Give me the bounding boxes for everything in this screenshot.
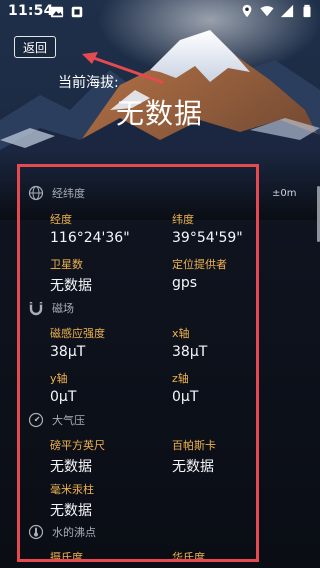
section-header-pressure: 大气压: [28, 412, 85, 428]
field-label-z-axis: z轴: [172, 372, 189, 385]
field-value-y-axis: 0μT: [50, 389, 77, 405]
battery-icon: [303, 4, 311, 18]
field-label-latitude: 纬度: [172, 213, 194, 226]
field-label-longitude: 经度: [50, 213, 72, 226]
field-value-mmhg: 无数据: [50, 503, 92, 519]
field-label-celsius: 摄氏度: [50, 551, 83, 562]
field-value-satellites: 无数据: [50, 278, 92, 294]
field-label-hpa: 百帕斯卡: [172, 439, 216, 452]
field-label-provider: 定位提供者: [172, 258, 227, 271]
field-value-longitude: 116°24'36": [50, 230, 130, 246]
field-label-magnetic-strength: 磁感应强度: [50, 327, 105, 340]
field-value-magnetic-strength: 38μT: [50, 344, 86, 360]
notification-icon: [71, 6, 83, 18]
field-value-hpa: 无数据: [172, 459, 214, 475]
globe-icon: [28, 185, 44, 201]
image-icon: [50, 6, 64, 18]
magnet-icon: [29, 302, 43, 316]
field-label-mmhg: 毫米汞柱: [50, 483, 94, 496]
altitude-label: 当前海拔:: [58, 75, 119, 91]
status-time: 11:54: [8, 3, 54, 19]
field-value-psf: 无数据: [50, 459, 92, 475]
altitude-value: 无数据: [116, 97, 204, 130]
field-value-provider: gps: [172, 275, 198, 291]
section-header-boiling-point: 水的沸点: [28, 524, 96, 540]
field-label-fahrenheit: 华氏度: [172, 551, 205, 562]
field-value-latitude: 39°54'59": [172, 230, 243, 246]
section-title: 水的沸点: [52, 526, 96, 539]
field-label-x-axis: x轴: [172, 327, 190, 340]
section-header-magnetic: 磁场: [28, 300, 74, 316]
field-label-satellites: 卫星数: [50, 258, 83, 271]
field-value-z-axis: 0μT: [172, 389, 199, 405]
thermometer-icon: [28, 524, 44, 540]
cellular-icon: [280, 4, 294, 18]
field-value-x-axis: 38μT: [172, 344, 208, 360]
field-label-psf: 磅平方英尺: [50, 439, 105, 452]
altitude-tolerance: ±0m: [272, 188, 297, 199]
status-bar: 11:54: [0, 0, 320, 24]
field-label-y-axis: y轴: [50, 372, 68, 385]
section-title: 经纬度: [52, 187, 85, 200]
info-panel: 经纬度 经度 纬度 116°24'36" 39°54'59" 卫星数 定位提供者…: [17, 164, 259, 562]
back-button[interactable]: 返回: [14, 36, 56, 58]
section-title: 大气压: [52, 414, 85, 427]
location-icon: [242, 4, 252, 18]
gauge-icon: [28, 412, 44, 428]
section-title: 磁场: [52, 302, 74, 315]
wifi-icon: [260, 6, 274, 17]
section-header-coordinates: 经纬度: [28, 185, 85, 201]
